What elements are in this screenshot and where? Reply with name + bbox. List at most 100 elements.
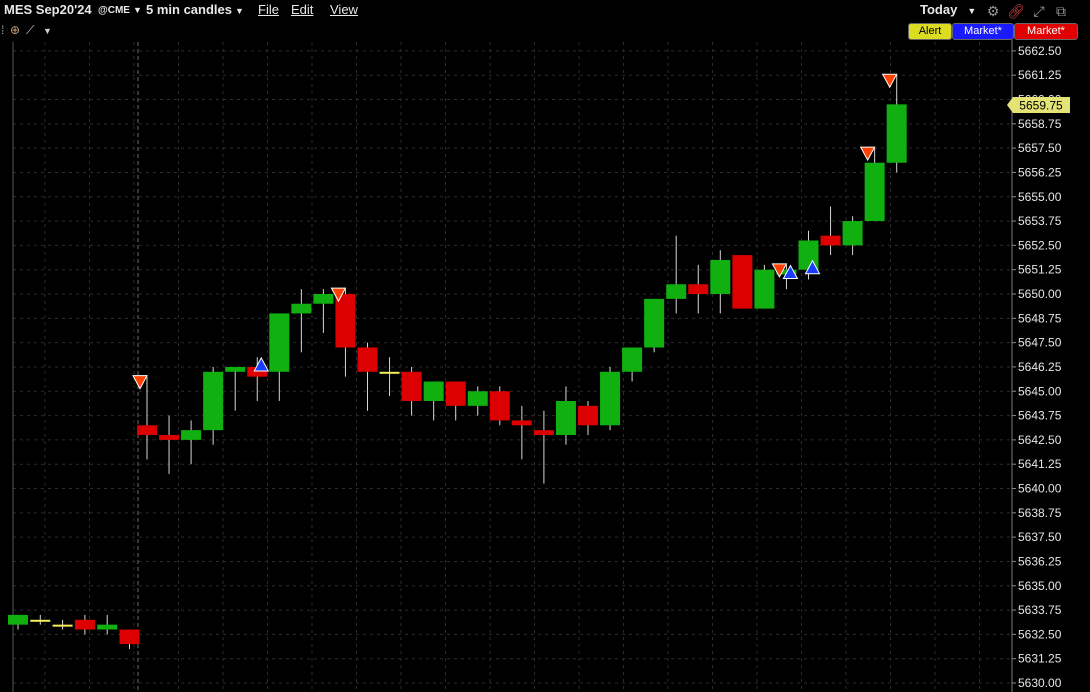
candle	[842, 216, 863, 256]
drag-handle-icon[interactable]: ⁞	[1, 23, 4, 37]
candle-body	[864, 162, 885, 222]
price-chart[interactable]: 5662.505661.255660.005658.755657.505656.…	[0, 40, 1090, 692]
candle-body	[710, 259, 731, 294]
candle	[754, 264, 775, 309]
candle-body	[423, 381, 444, 401]
candle-body	[52, 624, 73, 627]
price-tick-label: 5640.00	[1018, 482, 1062, 496]
candle-body	[159, 435, 180, 440]
chevron-down-icon[interactable]: ▼	[43, 26, 52, 36]
menu-file[interactable]: File	[258, 2, 279, 17]
candle-body	[181, 430, 202, 440]
candle-body	[313, 294, 334, 304]
candle-body	[533, 430, 554, 436]
price-tick-label: 5635.00	[1018, 579, 1062, 593]
chevron-down-icon: ▼	[132, 5, 142, 15]
price-tick-label: 5652.50	[1018, 238, 1062, 252]
candle	[379, 357, 400, 397]
sell-market-button[interactable]: Market*	[1014, 23, 1078, 40]
menu-edit-label: Edit	[291, 2, 314, 17]
candle-body	[467, 391, 488, 406]
candle	[30, 614, 51, 625]
candle-body	[119, 629, 140, 645]
candle-body	[511, 420, 532, 426]
last-price-tag: 5659.75	[1007, 97, 1070, 113]
price-axis: 5662.505661.255660.005658.755657.505656.…	[1012, 44, 1062, 690]
candle-body	[203, 371, 224, 431]
title-bar: MES Sep20'24 @CME ▼ 5 min candles ▼ File E…	[0, 0, 1090, 22]
link-icon[interactable]: 🔗︎	[1007, 3, 1025, 19]
candle	[74, 614, 95, 635]
candle	[886, 75, 907, 173]
menu-view[interactable]: View	[330, 2, 358, 17]
price-tick-label: 5650.00	[1018, 287, 1062, 301]
candle	[622, 347, 643, 382]
candle-body	[445, 381, 466, 406]
candles-layer	[8, 75, 907, 649]
candle	[225, 366, 246, 411]
chevron-down-icon: ▼	[967, 6, 977, 16]
price-tick-label: 5661.25	[1018, 68, 1062, 82]
buy-market-button[interactable]: Market*	[952, 23, 1014, 40]
candle-body	[97, 624, 118, 630]
candle-body	[600, 371, 621, 426]
price-tick-label: 5662.50	[1018, 44, 1062, 58]
candle-body	[886, 104, 907, 163]
symbol-label[interactable]: MES Sep20'24	[4, 2, 92, 17]
period-selector[interactable]: Today ▼	[920, 2, 976, 17]
markers-layer	[132, 73, 898, 390]
candle	[820, 206, 841, 256]
candle-body	[401, 371, 422, 401]
candle-body	[225, 366, 246, 372]
exchange-label[interactable]: @CME ▼	[98, 5, 142, 16]
candle-body	[842, 221, 863, 246]
menu-file-label: File	[258, 2, 279, 17]
price-tick-label: 5645.00	[1018, 384, 1062, 398]
candle-body	[137, 425, 157, 436]
candle	[489, 386, 510, 426]
price-tick-label: 5643.75	[1018, 409, 1062, 423]
price-tick-label: 5638.75	[1018, 506, 1062, 520]
candle	[666, 235, 687, 314]
candle-body	[489, 391, 510, 421]
price-tick-label: 5641.25	[1018, 457, 1062, 471]
candle	[119, 629, 140, 649]
candle	[533, 410, 554, 484]
drawing-tools-icon[interactable]: ⟋	[26, 23, 34, 38]
price-tick-label: 5655.00	[1018, 190, 1062, 204]
candle-body	[820, 235, 841, 246]
price-tick-label: 5631.25	[1018, 652, 1062, 666]
candle	[8, 614, 28, 630]
price-tick-label: 5658.75	[1018, 117, 1062, 131]
alert-button[interactable]: Alert	[908, 23, 952, 40]
price-tick-label: 5657.50	[1018, 141, 1062, 155]
interval-selector[interactable]: 5 min candles ▼	[146, 2, 244, 17]
expand-icon[interactable]: ⤢	[1031, 3, 1047, 19]
chevron-down-icon: ▼	[234, 6, 244, 16]
candle	[555, 386, 576, 445]
candle-body	[30, 619, 51, 622]
crosshair-icon[interactable]: ⊕	[10, 23, 20, 37]
popout-icon[interactable]: ⧉	[1053, 3, 1069, 19]
price-tick-label: 5642.50	[1018, 433, 1062, 447]
candle-body	[8, 614, 28, 625]
last-price-value: 5659.75	[1019, 99, 1063, 113]
candle	[644, 298, 665, 353]
candle-body	[357, 347, 378, 372]
gear-icon[interactable]: ⚙	[985, 3, 1001, 19]
candle	[511, 405, 532, 460]
interval-text: 5 min candles	[146, 2, 232, 17]
menu-view-label: View	[330, 2, 358, 17]
candle-body	[754, 269, 775, 309]
candle	[269, 313, 290, 401]
candle	[401, 366, 422, 416]
candle-body	[379, 371, 400, 374]
candle-body	[555, 400, 576, 436]
menu-edit[interactable]: Edit	[291, 2, 313, 17]
candle	[181, 420, 202, 465]
price-tick-label: 5633.75	[1018, 603, 1062, 617]
period-text: Today	[920, 2, 958, 17]
price-tick-label: 5648.75	[1018, 311, 1062, 325]
sell-signal-marker-icon	[881, 73, 898, 89]
candle-body	[666, 284, 687, 299]
